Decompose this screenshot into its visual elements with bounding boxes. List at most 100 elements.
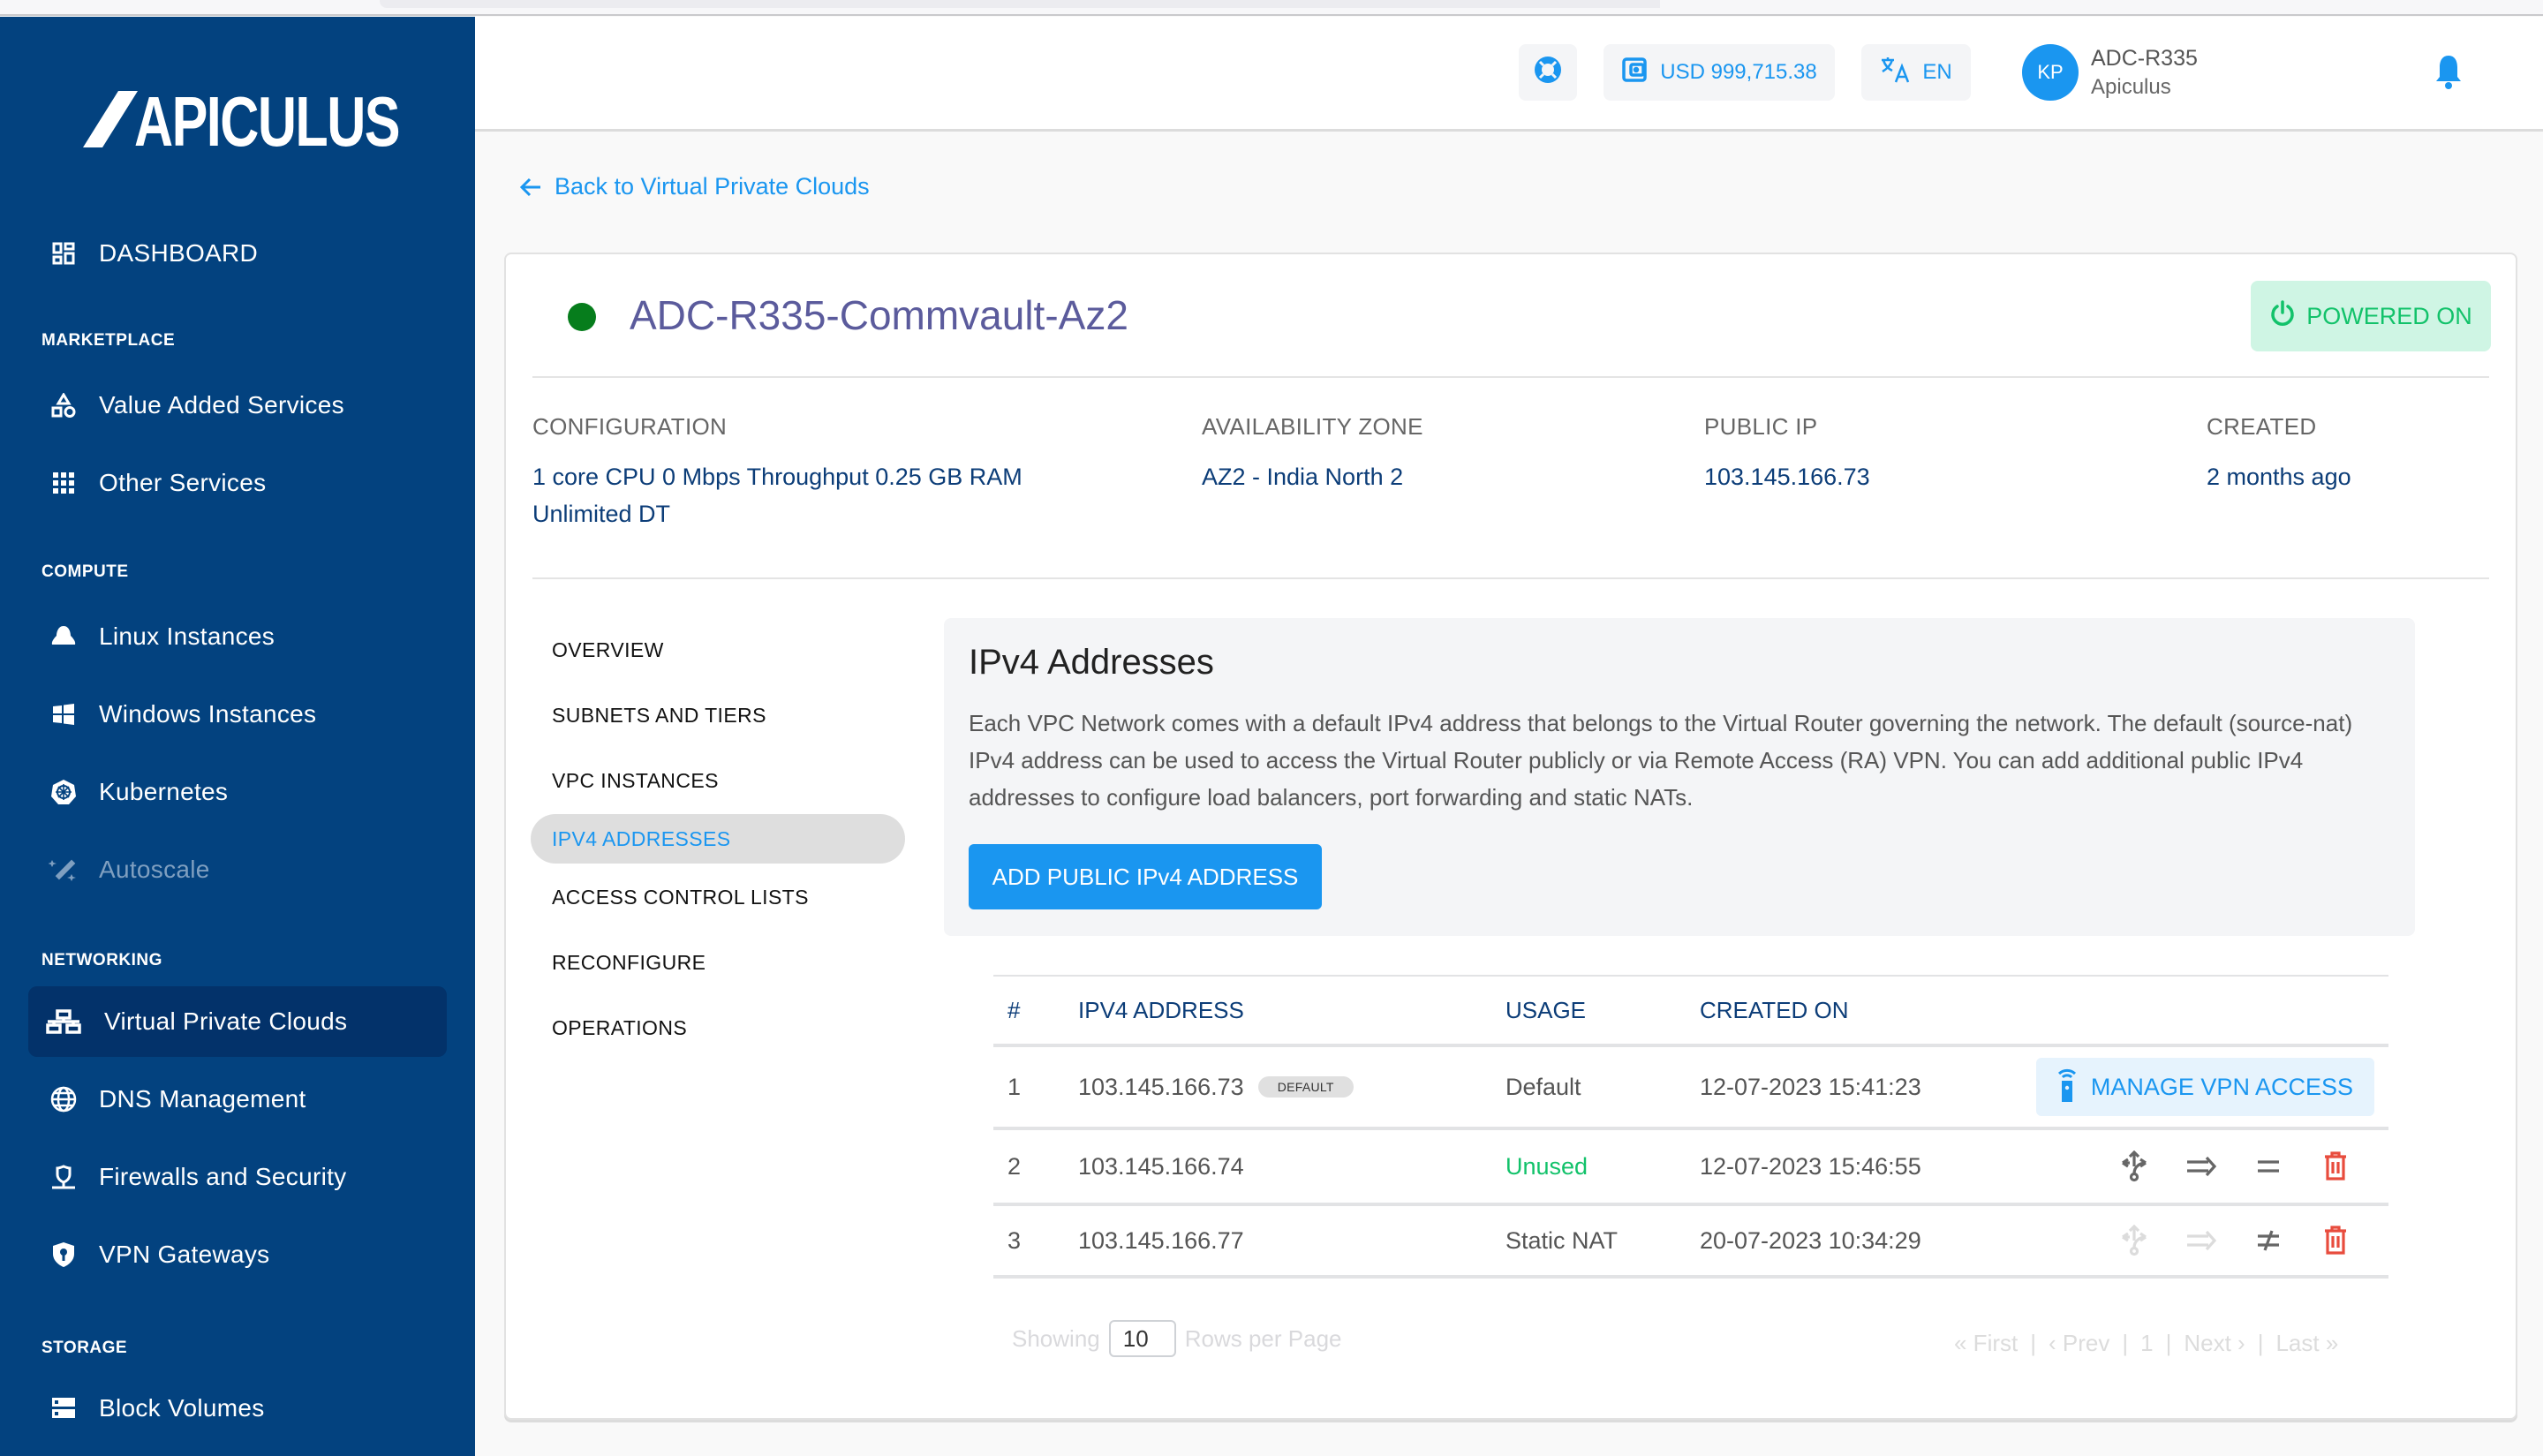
configuration-value: 1 core CPU 0 Mbps Throughput 0.25 GB RAM… — [532, 464, 1022, 527]
wallet-icon — [1621, 57, 1648, 89]
sidebar-item-label: Firewalls and Security — [99, 1163, 347, 1190]
back-to-vpcs-link[interactable]: Back to Virtual Private Clouds — [519, 173, 870, 200]
section-compute: COMPUTE — [42, 562, 129, 581]
sidebar-item-dashboard[interactable]: DASHBOARD — [28, 218, 447, 289]
add-public-ipv4-button[interactable]: ADD PUBLIC IPv4 ADDRESS — [969, 844, 1322, 909]
row-number: 1 — [1007, 1073, 1022, 1100]
status-indicator — [568, 303, 596, 331]
tab-overview[interactable]: OVERVIEW — [531, 625, 905, 675]
tab-subnets-and-tiers[interactable]: SUBNETS AND TIERS — [531, 690, 905, 740]
sidebar-item-block-volumes[interactable]: Block Volumes — [28, 1373, 447, 1444]
table-row: 2 103.145.166.74 Unused 12-07-2023 15:46… — [993, 1127, 2388, 1203]
column-header-usage[interactable]: USAGE — [1505, 977, 1586, 1044]
arrow-left-icon — [519, 177, 540, 196]
header-divider — [532, 376, 2489, 378]
load-balancer-icon — [2118, 1225, 2150, 1256]
sidebar-item-autoscale[interactable]: Autoscale — [28, 834, 447, 905]
sidebar-item-label: Value Added Services — [99, 391, 344, 419]
created-cell: 20-07-2023 10:34:29 — [1700, 1226, 1921, 1254]
sidebar-item-label: VPN Gateways — [99, 1241, 270, 1268]
tab-operations[interactable]: OPERATIONS — [531, 1003, 905, 1052]
tab-vpc-instances[interactable]: VPC INSTANCES — [531, 756, 905, 805]
info-configuration: CONFIGURATION 1 core CPU 0 Mbps Throughp… — [532, 413, 1098, 532]
dashboard-icon — [28, 242, 99, 265]
column-header-number[interactable]: # — [1007, 977, 1020, 1044]
browser-strip — [0, 0, 2543, 16]
sidebar-item-linux-instances[interactable]: Linux Instances — [28, 601, 447, 672]
top-bar: USD 999,715.38 EN KP ADC-R335 Apiculus — [475, 17, 2543, 132]
current-page[interactable]: 1 — [2140, 1330, 2153, 1357]
language-button[interactable]: EN — [1861, 44, 1971, 101]
user-org: Apiculus — [2091, 75, 2171, 99]
configuration-label: CONFIGURATION — [532, 413, 728, 440]
manage-vpn-access-button[interactable]: MANAGE VPN ACCESS — [2035, 1058, 2374, 1116]
translate-icon — [1880, 56, 1910, 90]
rows-per-page-input[interactable] — [1108, 1320, 1176, 1357]
user-avatar[interactable]: KP — [2022, 44, 2079, 101]
pagination: « First | ‹ Prev | 1 | Next › | Last » — [1954, 1330, 2338, 1357]
separator: | — [2122, 1330, 2129, 1356]
default-badge: DEFAULT — [1257, 1076, 1354, 1098]
last-page-link[interactable]: Last » — [2275, 1330, 2338, 1357]
disable-static-nat-icon[interactable] — [2252, 1229, 2284, 1252]
separator: | — [2257, 1330, 2264, 1356]
sidebar-item-kubernetes[interactable]: Kubernetes — [28, 757, 447, 827]
usage-cell: Static NAT — [1505, 1226, 1619, 1254]
prev-page-link[interactable]: ‹ Prev — [2049, 1330, 2109, 1357]
table-row: 3 103.145.166.77 Static NAT 20-07-2023 1… — [993, 1203, 2388, 1279]
sidebar-item-firewalls-and-security[interactable]: Firewalls and Security — [28, 1142, 447, 1212]
table-header: # IPV4 ADDRESS USAGE CREATED ON — [993, 975, 2388, 1044]
column-header-created-on[interactable]: CREATED ON — [1700, 977, 1849, 1044]
static-nat-icon[interactable] — [2252, 1159, 2284, 1173]
power-icon — [2269, 299, 2296, 333]
sidebar-item-dns-management[interactable]: DNS Management — [28, 1064, 447, 1135]
table-row: 1 103.145.166.73 DEFAULT Default 12-07-2… — [993, 1044, 2388, 1127]
remote-wifi-icon — [2057, 1067, 2077, 1108]
address-bar — [380, 0, 1660, 8]
sidebar-item-label: Kubernetes — [99, 778, 229, 805]
user-name[interactable]: ADC-R335 — [2091, 46, 2198, 72]
usage-cell: Unused — [1505, 1152, 1588, 1180]
sidebar-item-label: DASHBOARD — [99, 239, 259, 267]
wallet-balance-button[interactable]: USD 999,715.38 — [1604, 44, 1835, 101]
sidebar-item-value-added-services[interactable]: Value Added Services — [28, 370, 447, 441]
next-page-link[interactable]: Next › — [2184, 1330, 2245, 1357]
balance-text: USD 999,715.38 — [1660, 60, 1817, 84]
ip-cell: 103.145.166.73 DEFAULT — [1078, 1047, 1354, 1127]
load-balancer-icon[interactable] — [2118, 1150, 2150, 1182]
tab-access-control-lists[interactable]: ACCESS CONTROL LISTS — [531, 872, 905, 922]
ip-address: 103.145.166.73 — [1078, 1073, 1244, 1100]
tab-reconfigure[interactable]: RECONFIGURE — [531, 938, 905, 987]
sidebar-item-windows-instances[interactable]: Windows Instances — [28, 679, 447, 750]
help-button[interactable] — [1519, 44, 1577, 101]
sidebar: APICULUS DASHBOARD MARKETPLACE Value Add… — [0, 17, 475, 1456]
shield-key-icon — [28, 1241, 99, 1268]
rows-per-page-control: Showing Rows per Page — [1012, 1320, 1342, 1357]
tab-ipv4-addresses[interactable]: IPV4 ADDRESSES — [531, 814, 905, 864]
public-ip-label: PUBLIC IP — [1704, 413, 1818, 440]
language-text: EN — [1922, 60, 1952, 84]
apiculus-logo[interactable]: APICULUS — [83, 87, 401, 149]
sidebar-item-virtual-private-clouds[interactable]: Virtual Private Clouds — [28, 986, 447, 1057]
showing-label: Showing — [1012, 1324, 1100, 1352]
sidebar-item-label: DNS Management — [99, 1085, 306, 1113]
delete-icon[interactable] — [2320, 1226, 2351, 1256]
info-public-ip: PUBLIC IP 103.145.166.73 — [1704, 413, 1870, 495]
actions-cell — [2118, 1206, 2374, 1275]
sidebar-item-label: Virtual Private Clouds — [104, 1007, 348, 1035]
delete-icon[interactable] — [2320, 1151, 2351, 1181]
sidebar-item-other-services[interactable]: Other Services — [28, 448, 447, 518]
port-forwarding-icon[interactable] — [2185, 1156, 2217, 1177]
power-status-badge: POWERED ON — [2251, 281, 2491, 351]
vpc-detail-card: ADC-R335-Commvault-Az2 POWERED ON CONFIG… — [504, 253, 2517, 1420]
first-page-link[interactable]: « First — [1954, 1330, 2018, 1357]
notification-bell-icon[interactable] — [2434, 54, 2464, 95]
kubernetes-icon — [28, 779, 99, 805]
back-link-label: Back to Virtual Private Clouds — [555, 173, 870, 200]
sidebar-item-label: Windows Instances — [99, 700, 317, 728]
sidebar-item-vpn-gateways[interactable]: VPN Gateways — [28, 1219, 447, 1290]
column-header-ipv4[interactable]: IPV4 ADDRESS — [1078, 977, 1244, 1044]
panel-title: IPv4 Addresses — [969, 643, 1214, 682]
windows-icon — [28, 704, 99, 725]
manage-vpn-access-label: MANAGE VPN ACCESS — [2090, 1073, 2353, 1100]
